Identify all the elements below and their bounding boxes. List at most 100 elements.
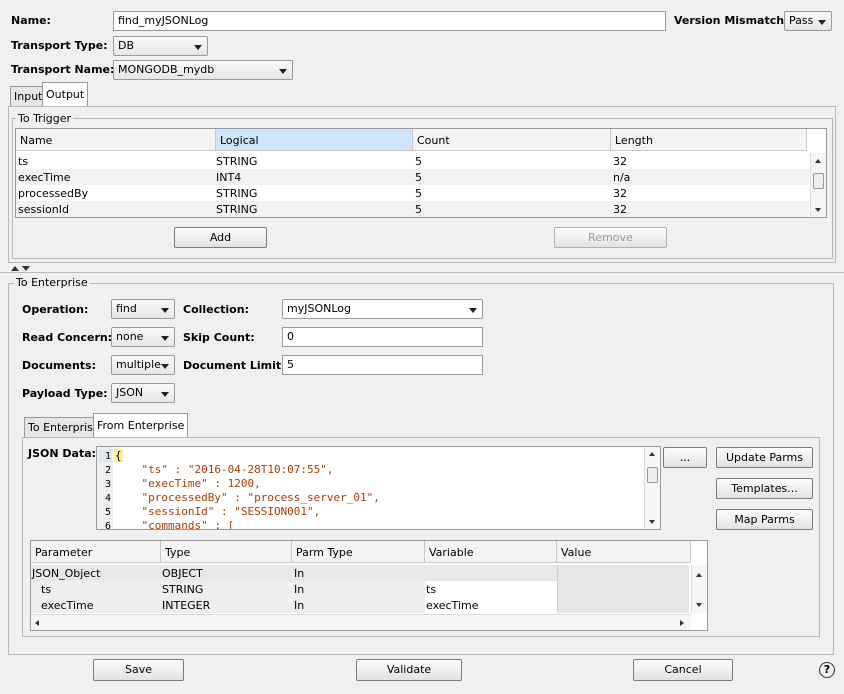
tab-output[interactable]: Output [42, 82, 89, 107]
payload-type-label: Payload Type: [22, 387, 108, 400]
templates-button[interactable]: Templates... [716, 478, 813, 499]
line-number: 5 [104, 507, 111, 518]
column-header-logical[interactable]: Logical [216, 129, 413, 151]
table-row[interactable] [16, 169, 809, 185]
operation-value: find [116, 302, 137, 315]
read-concern-select[interactable]: none [111, 327, 175, 347]
skip-count-label: Skip Count: [183, 331, 255, 344]
parameters-vscrollbar[interactable] [691, 565, 707, 613]
table-row[interactable] [16, 201, 809, 217]
to-enterprise-title: To Enterprise [14, 276, 90, 289]
parameters-hscrollbar[interactable] [31, 614, 691, 630]
code-line: "processedBy" : "process_server_01", [115, 491, 380, 504]
scroll-up-icon[interactable] [815, 159, 821, 163]
skip-count-input[interactable]: 0 [282, 327, 483, 347]
cell-variable[interactable]: ts [426, 583, 436, 596]
cell-length: 32 [613, 155, 627, 168]
cell-logical: STRING [216, 187, 258, 200]
tab-input[interactable]: Input [10, 86, 47, 107]
table-row[interactable] [16, 153, 809, 169]
scroll-down-icon[interactable] [815, 208, 821, 212]
remove-button[interactable]: Remove [554, 227, 667, 248]
code-line: "ts" : "2016-04-28T10:07:55", [115, 463, 334, 476]
scroll-thumb[interactable] [813, 173, 824, 189]
to-trigger-scrollbar[interactable] [810, 153, 826, 217]
cell-name: processedBy [18, 187, 89, 200]
scroll-up-icon[interactable] [649, 452, 655, 456]
column-header-name[interactable]: Name [16, 129, 216, 151]
transport-name-select[interactable]: MONGODB_mydb [113, 60, 293, 80]
cell-type: STRING [162, 583, 204, 596]
read-concern-label: Read Concern: [22, 331, 113, 344]
collapse-up-icon[interactable] [11, 266, 19, 271]
splitter-divider[interactable] [0, 272, 844, 273]
update-parms-button[interactable]: Update Parms [716, 447, 813, 468]
name-label: Name: [11, 14, 51, 27]
save-button[interactable]: Save [93, 659, 184, 681]
scroll-right-icon[interactable] [680, 620, 684, 626]
cell-type: OBJECT [162, 567, 203, 580]
tab-to-enterprise[interactable]: To Enterprise [24, 417, 104, 438]
version-mismatch-select[interactable]: Pass [784, 11, 832, 31]
documents-label: Documents: [22, 359, 96, 372]
cell-parm-type: In [294, 567, 305, 580]
cancel-button[interactable]: Cancel [633, 659, 733, 681]
cell-count: 5 [415, 171, 422, 184]
cell-name: sessionId [18, 203, 69, 216]
operation-label: Operation: [22, 303, 89, 316]
json-editor-scrollbar[interactable] [644, 447, 660, 529]
column-header-type[interactable]: Type [161, 541, 292, 563]
code-line: "sessionId" : "SESSION001", [115, 505, 321, 518]
column-header-count[interactable]: Count [413, 129, 611, 151]
cell-logical: STRING [216, 155, 258, 168]
line-number: 3 [104, 479, 111, 490]
collection-label: Collection: [183, 303, 249, 316]
add-button[interactable]: Add [174, 227, 267, 248]
cell-logical: STRING [216, 203, 258, 216]
scroll-up-icon[interactable] [696, 573, 702, 577]
scroll-down-icon[interactable] [696, 603, 702, 607]
validate-button[interactable]: Validate [356, 659, 462, 681]
json-data-editor[interactable]: 1 2 3 4 5 6 { "ts" : "2016-04-28T10:07:5… [96, 446, 661, 530]
cell-variable[interactable]: execTime [426, 599, 478, 612]
document-limit-label: Document Limit: [183, 359, 286, 372]
to-trigger-title: To Trigger [16, 112, 74, 125]
scroll-left-icon[interactable] [35, 620, 39, 626]
documents-select[interactable]: multiple [111, 355, 175, 375]
chevron-down-icon [194, 45, 202, 50]
scroll-down-icon[interactable] [649, 520, 655, 524]
name-input[interactable]: find_myJSONLog [113, 11, 666, 31]
ellipsis-button[interactable]: ... [663, 447, 707, 468]
help-icon[interactable]: ? [819, 662, 835, 678]
chevron-down-icon [279, 69, 287, 74]
column-header-variable[interactable]: Variable [425, 541, 557, 563]
cell-name: execTime [18, 171, 71, 184]
column-header-parm-type[interactable]: Parm Type [292, 541, 425, 563]
to-trigger-table: Name Logical Count Length ts STRING 5 32… [15, 128, 827, 218]
code-line: "execTime" : 1200, [115, 477, 261, 490]
cell-count: 5 [415, 155, 422, 168]
cell-parameter: JSON_Object [32, 567, 101, 580]
cell-name: ts [18, 155, 29, 168]
read-concern-value: none [116, 330, 144, 343]
documents-value: multiple [116, 358, 161, 371]
scroll-thumb[interactable] [647, 467, 658, 483]
transport-type-value: DB [118, 39, 135, 52]
column-header-value[interactable]: Value [557, 541, 691, 563]
column-header-length[interactable]: Length [611, 129, 807, 151]
version-mismatch-value: Pass [789, 14, 814, 27]
document-limit-input[interactable]: 5 [282, 355, 483, 375]
parameters-table: Parameter Type Parm Type Variable Value … [30, 540, 708, 631]
column-header-parameter[interactable]: Parameter [31, 541, 161, 563]
map-parms-button[interactable]: Map Parms [716, 509, 813, 530]
cell-count: 5 [415, 203, 422, 216]
table-row[interactable] [16, 185, 809, 201]
transport-name-value: MONGODB_mydb [118, 63, 215, 76]
operation-select[interactable]: find [111, 299, 175, 319]
collection-select[interactable]: myJSONLog [282, 299, 483, 319]
transport-type-select[interactable]: DB [113, 36, 208, 56]
expand-down-icon[interactable] [22, 266, 30, 271]
tab-from-enterprise[interactable]: From Enterprise [93, 413, 189, 438]
cell-logical: INT4 [216, 171, 242, 184]
payload-type-select[interactable]: JSON [111, 383, 175, 403]
